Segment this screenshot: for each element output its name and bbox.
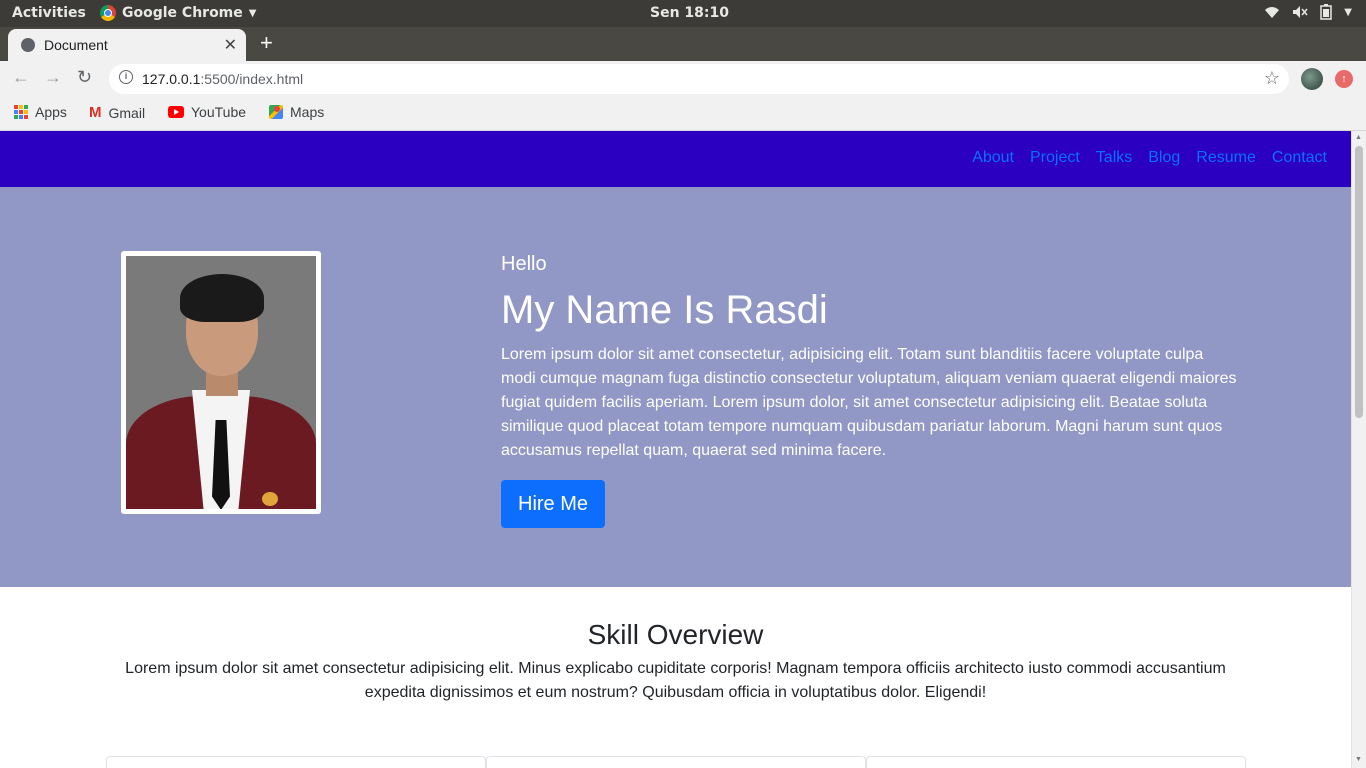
nav-link-contact[interactable]: Contact [1272, 149, 1327, 167]
activities-button[interactable]: Activities [12, 5, 86, 21]
chevron-down-icon: ▼ [1344, 6, 1352, 18]
url-text: 127.0.0.1:5500/index.html [142, 71, 303, 87]
reload-button[interactable]: ↻ [77, 67, 92, 88]
nav-link-blog[interactable]: Blog [1148, 149, 1180, 167]
scrollbar-thumb[interactable] [1355, 146, 1363, 418]
clock[interactable]: Sen 18:10 [650, 5, 729, 21]
info-icon[interactable]: i [119, 70, 133, 84]
bookmark-youtube[interactable]: YouTube [168, 104, 246, 120]
bookmark-label: Gmail [108, 104, 146, 121]
scroll-up-icon[interactable]: ▲ [1355, 134, 1362, 141]
nav-link-resume[interactable]: Resume [1196, 149, 1256, 167]
chrome-icon [100, 5, 116, 21]
gmail-icon: M [89, 104, 102, 121]
hero-title: My Name Is Rasdi [501, 288, 828, 332]
site-navbar: About Project Talks Blog Resume Contact [0, 131, 1351, 187]
system-tray[interactable]: ▼ [1264, 4, 1352, 20]
skills-description: Lorem ipsum dolor sit amet consectetur a… [125, 660, 1226, 701]
skills-section: Skill Overview Lorem ipsum dolor sit ame… [0, 587, 1351, 768]
tab-strip: Document ✕ + [0, 27, 1366, 61]
chevron-down-icon: ▼ [248, 7, 257, 19]
browser-toolbar: ← → ↻ i 127.0.0.1:5500/index.html ☆ ↑ [0, 61, 1366, 97]
bookmarks-bar: Apps M Gmail YouTube Maps [0, 97, 1366, 131]
close-icon[interactable]: ✕ [224, 35, 237, 55]
wifi-icon [1265, 7, 1280, 18]
bookmark-gmail[interactable]: M Gmail [89, 104, 145, 121]
bookmark-label: Apps [35, 104, 67, 120]
hero-text: Hello My Name Is Rasdi Lorem ipsum dolor… [501, 253, 1241, 528]
skill-card [866, 756, 1246, 768]
skill-card [106, 756, 486, 768]
skill-card [486, 756, 866, 768]
url-path: :5500/index.html [200, 71, 304, 87]
bookmark-label: YouTube [191, 104, 247, 120]
bookmark-apps[interactable]: Apps [14, 104, 67, 120]
hero-greeting: Hello [501, 253, 547, 275]
skills-title: Skill Overview [587, 619, 764, 650]
browser-tab[interactable]: Document ✕ [8, 29, 246, 61]
apps-grid-icon [14, 105, 28, 119]
app-menu-label: Google Chrome [122, 5, 243, 21]
bookmark-maps[interactable]: Maps [269, 104, 324, 120]
bookmark-label: Maps [290, 104, 325, 120]
hero-description: Lorem ipsum dolor sit amet consectetur, … [501, 346, 1237, 459]
profile-avatar[interactable] [1301, 68, 1323, 90]
nav-link-project[interactable]: Project [1030, 149, 1080, 167]
address-bar[interactable]: i 127.0.0.1:5500/index.html ☆ [109, 64, 1289, 94]
nav-link-about[interactable]: About [972, 149, 1014, 167]
bookmark-star-icon[interactable]: ☆ [1264, 68, 1280, 89]
tab-title: Document [44, 37, 108, 53]
profile-photo-frame [121, 251, 321, 514]
youtube-icon [168, 106, 184, 118]
url-host: 127.0.0.1 [142, 71, 201, 87]
nav-link-talks[interactable]: Talks [1096, 149, 1132, 167]
maps-icon [269, 105, 283, 119]
hire-me-button[interactable]: Hire Me [501, 480, 606, 528]
update-icon[interactable]: ↑ [1335, 70, 1353, 88]
back-button[interactable]: ← [12, 67, 30, 88]
forward-button[interactable]: → [44, 67, 62, 88]
battery-icon [1320, 4, 1333, 20]
vertical-scrollbar[interactable]: ▲ ▼ [1351, 131, 1366, 768]
profile-photo [126, 256, 316, 509]
scroll-down-icon[interactable]: ▼ [1355, 756, 1362, 763]
new-tab-button[interactable]: + [260, 30, 273, 56]
app-menu[interactable]: Google Chrome ▼ [100, 5, 256, 21]
volume-muted-icon [1293, 6, 1308, 18]
page-viewport: About Project Talks Blog Resume Contact … [0, 131, 1351, 768]
globe-icon [21, 38, 35, 52]
nav-links: About Project Talks Blog Resume Contact [972, 149, 1327, 167]
hero-section: Hello My Name Is Rasdi Lorem ipsum dolor… [0, 187, 1351, 587]
os-top-bar: Activities Google Chrome ▼ Sen 18:10 ▼ [0, 0, 1366, 27]
